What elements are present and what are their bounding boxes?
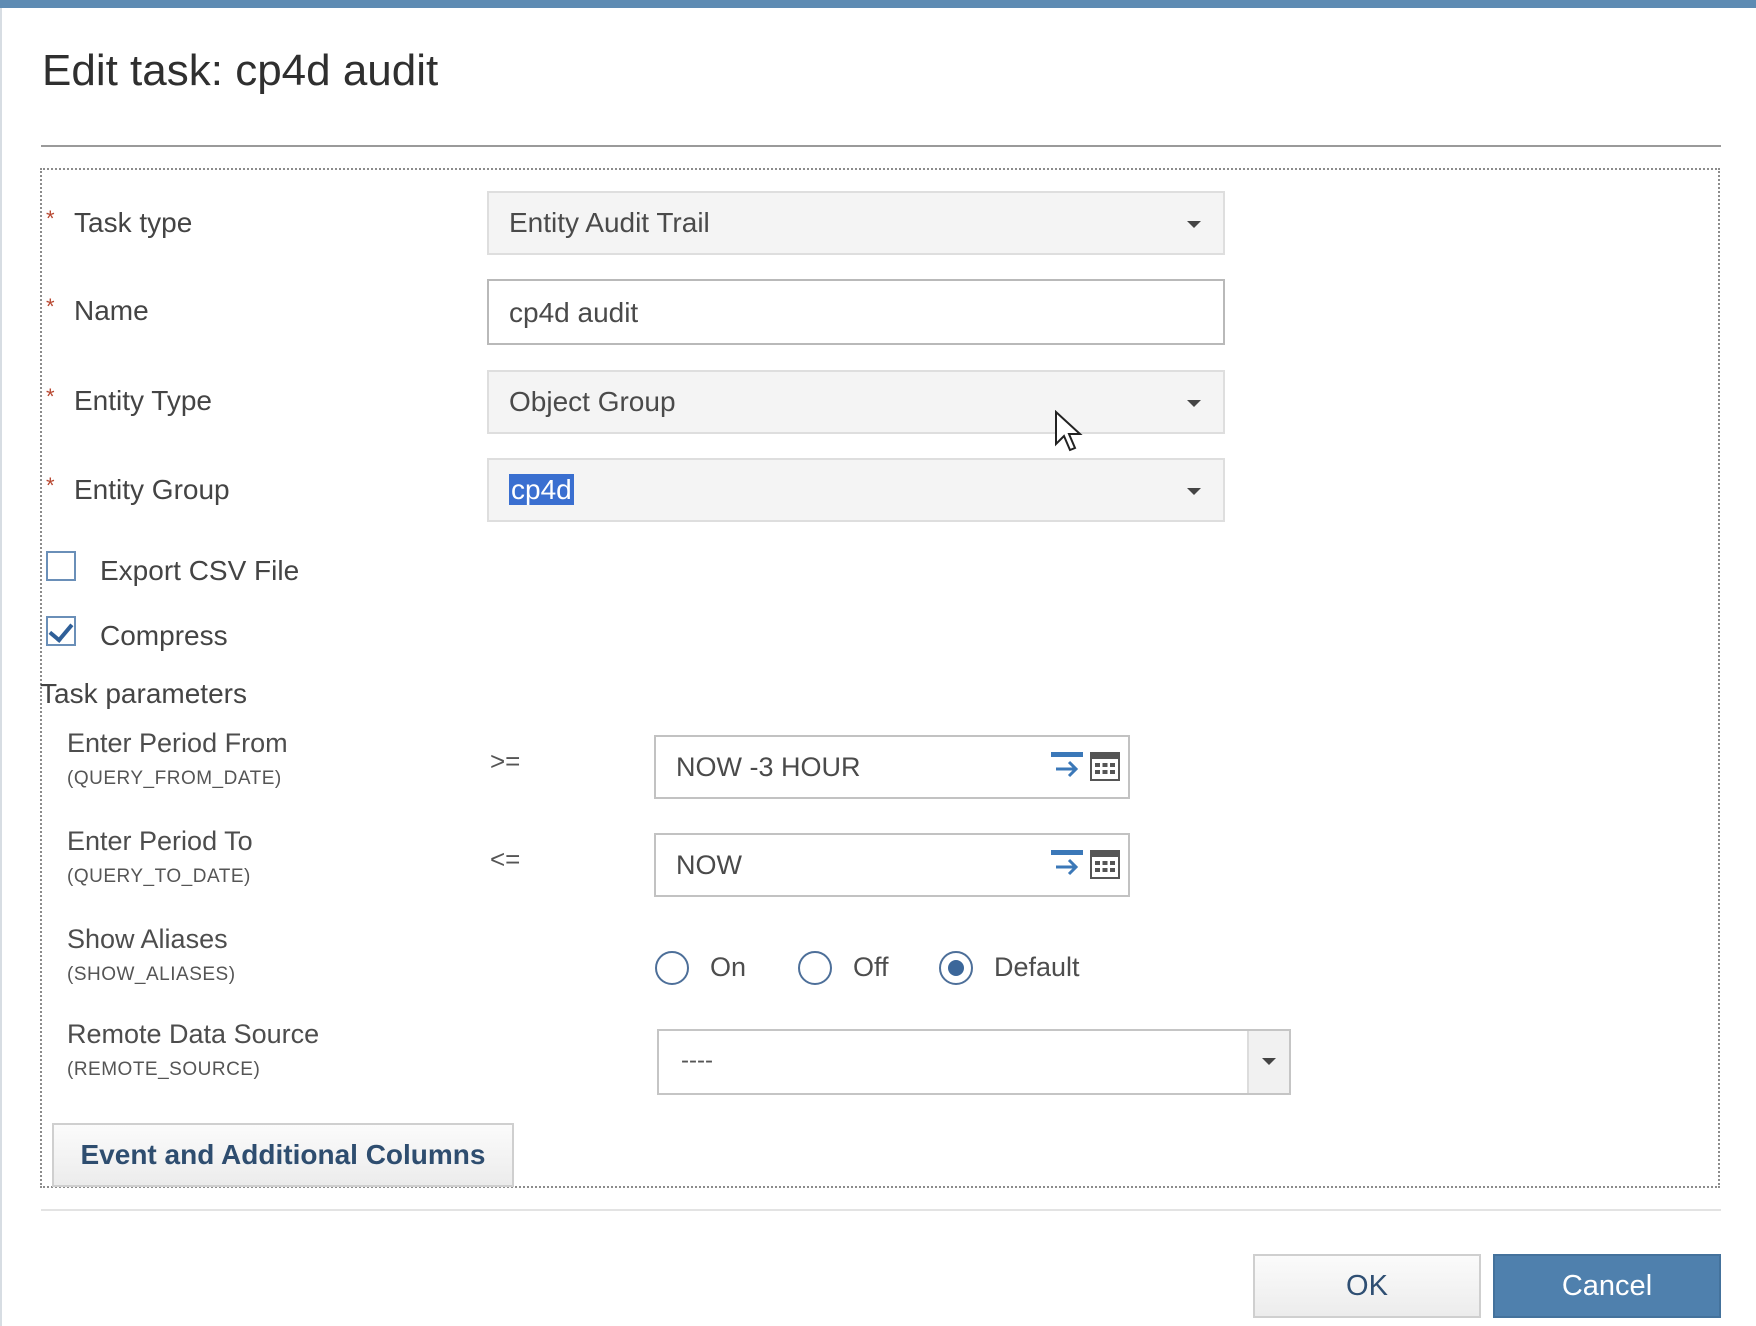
radio-label-default: Default [994,952,1080,982]
ok-button[interactable]: OK [1253,1254,1481,1318]
name-value: cp4d audit [509,297,639,328]
task-parameters-heading: Task parameters [40,678,247,709]
entity-type-select[interactable]: Object Group [487,370,1225,434]
chevron-down-icon [1187,488,1201,495]
dialog-left-edge [0,8,2,1326]
entity-group-value: cp4d [509,474,574,505]
period-to-value: NOW [676,850,742,880]
period-to-code: (QUERY_TO_DATE) [67,866,251,887]
show-aliases-label: Show Aliases [67,924,228,954]
compress-label: Compress [100,620,228,651]
task-type-label: Task type [74,207,193,238]
chevron-down-icon [1262,1058,1276,1065]
dialog-top-accent-bar [0,0,1756,8]
remote-source-code: (REMOTE_SOURCE) [67,1059,261,1080]
period-to-input[interactable]: NOW [654,833,1130,897]
period-to-label: Enter Period To [67,826,253,856]
show-aliases-code: (SHOW_ALIASES) [67,964,236,985]
entity-group-select[interactable]: cp4d [487,458,1225,522]
required-marker: * [46,206,55,231]
required-marker: * [46,294,55,319]
period-to-operator: <= [490,844,521,874]
task-type-value: Entity Audit Trail [509,207,710,238]
radio-selected-dot [948,960,964,976]
remote-source-value: ---- [681,1047,713,1074]
export-csv-label: Export CSV File [100,555,300,586]
task-type-select[interactable]: Entity Audit Trail [487,191,1225,255]
remote-source-dropdown-button[interactable] [1247,1031,1289,1093]
required-marker: * [46,473,55,498]
compress-checkbox[interactable] [46,616,76,646]
relative-date-icon[interactable] [1050,849,1084,881]
cancel-button[interactable]: Cancel [1493,1254,1721,1318]
export-csv-checkbox[interactable] [46,551,76,581]
chevron-down-icon [1187,221,1201,228]
remote-source-label: Remote Data Source [67,1019,320,1049]
show-aliases-default-radio[interactable] [939,951,973,985]
entity-type-value: Object Group [509,386,676,417]
calendar-icon[interactable] [1090,751,1120,781]
show-aliases-on-radio[interactable] [655,951,689,985]
calendar-icon[interactable] [1090,849,1120,879]
period-from-operator: >= [490,746,521,776]
chevron-down-icon [1187,400,1201,407]
required-marker: * [46,384,55,409]
radio-label-off: Off [853,952,889,982]
entity-type-label: Entity Type [74,385,213,416]
footer-divider [41,1209,1721,1211]
dialog-title: Edit task: cp4d audit [42,46,439,95]
relative-date-icon[interactable] [1050,751,1084,783]
remote-source-select[interactable]: ---- [657,1029,1291,1095]
checkmark-icon [48,617,74,643]
show-aliases-off-radio[interactable] [798,951,832,985]
entity-group-label: Entity Group [74,474,230,505]
event-additional-columns-button[interactable]: Event and Additional Columns [52,1123,514,1187]
radio-label-on: On [710,952,747,982]
name-input[interactable]: cp4d audit [487,279,1225,345]
mouse-cursor-icon [1055,410,1083,452]
period-from-code: (QUERY_FROM_DATE) [67,768,282,789]
period-from-input[interactable]: NOW -3 HOUR [654,735,1130,799]
period-from-label: Enter Period From [67,728,288,758]
name-label: Name [74,295,149,326]
title-divider [41,145,1721,147]
period-from-value: NOW -3 HOUR [676,752,861,782]
